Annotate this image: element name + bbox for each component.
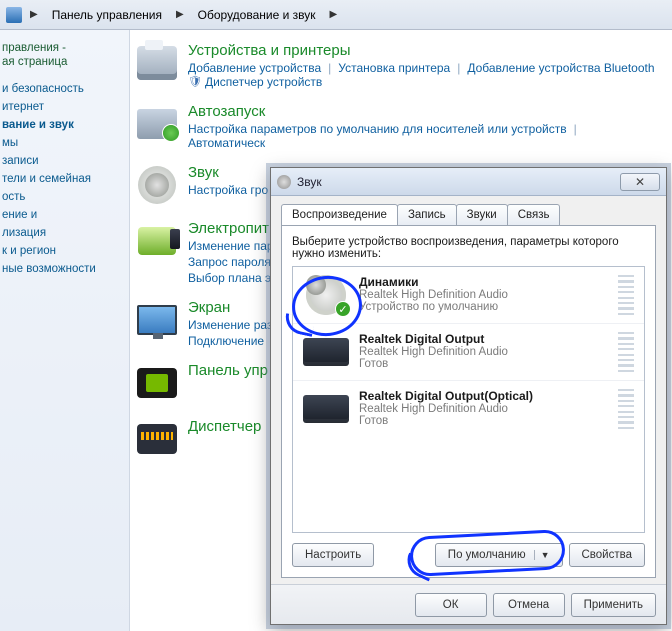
close-button[interactable]: ✕ [620,173,660,191]
sidebar-item-active[interactable]: вание и звук [0,116,129,134]
chevron-right-icon[interactable]: ▶ [172,9,188,20]
category-link[interactable]: Настройка параметров по умолчанию для но… [188,122,567,136]
sidebar-item[interactable]: ость [0,188,129,206]
level-meter [618,275,634,315]
tab-strip: Воспроизведение Запись Звуки Связь [281,204,656,225]
shield-icon: 🛡 [188,75,202,89]
category-link[interactable]: Добавление устройства Bluetooth [467,61,654,75]
sound-icon [138,166,176,204]
tab-recording[interactable]: Запись [397,204,457,225]
category-title[interactable]: Устройства и принтеры [188,42,672,59]
ok-button[interactable]: ОК [415,593,487,617]
category-link[interactable]: Диспетчер устройств [205,75,322,89]
apply-button[interactable]: Применить [571,593,656,617]
category-link[interactable]: Настройка гро [188,183,268,197]
address-bar: ▶ Панель управления ▶ Оборудование и зву… [0,0,672,30]
sound-dialog: Звук ✕ Воспроизведение Запись Звуки Связ… [270,167,667,625]
set-default-button[interactable]: По умолчанию▼ [435,543,563,567]
breadcrumb-control-panel[interactable]: Панель управления [46,4,168,26]
dialog-footer: ОК Отмена Применить [271,584,666,624]
sidebar-item[interactable]: мы [0,134,129,152]
dialog-titlebar[interactable]: Звук ✕ [271,168,666,196]
device-name: Динамики [359,275,608,289]
tab-panel-playback: Выберите устройство воспроизведения, пар… [281,225,656,578]
instruction-text: Выберите устройство воспроизведения, пар… [292,236,645,260]
sidebar-item[interactable]: тели и семейная [0,170,129,188]
device-status: Готов [359,415,608,427]
sidebar-item[interactable]: к и регион [0,242,129,260]
device-driver: Realtek High Definition Audio [359,289,608,301]
configure-button[interactable]: Настроить [292,543,374,567]
control-panel-icon [6,7,22,23]
chevron-down-icon[interactable]: ▼ [534,550,550,560]
properties-button[interactable]: Свойства [569,543,646,567]
device-status: Устройство по умолчанию [359,301,608,313]
dialog-title: Звук [297,175,614,189]
category-link[interactable]: Установка принтера [338,61,450,75]
digital-out-icon [303,338,349,366]
sidebar-item[interactable]: ение и [0,206,129,224]
sidebar-item[interactable]: ные возможности [0,260,129,278]
device-item[interactable]: Realtek Digital Output Realtek High Defi… [293,323,644,380]
nvidia-icon [137,368,177,398]
device-name: Realtek Digital Output [359,332,608,346]
autoplay-icon [137,109,177,139]
device-item[interactable]: Realtek Digital Output(Optical) Realtek … [293,380,644,437]
level-meter [618,389,634,429]
sidebar-header: ая страница [0,54,129,68]
sidebar-item[interactable]: записи [0,152,129,170]
default-check-icon: ✓ [335,301,351,317]
printer-icon [137,46,177,80]
category-title[interactable]: Автозапуск [188,103,672,120]
level-meter [618,332,634,372]
category-link[interactable]: Добавление устройства [188,61,321,75]
sidebar-item[interactable]: и безопасность [0,80,129,98]
tab-sounds[interactable]: Звуки [456,204,508,225]
power-icon [138,227,176,255]
breadcrumb-hardware-sound[interactable]: Оборудование и звук [192,4,322,26]
sidebar-item[interactable]: лизация [0,224,129,242]
speaker-small-icon [277,175,291,189]
device-list[interactable]: ✓ Динамики Realtek High Definition Audio… [292,266,645,533]
category-link-cut[interactable]: Автоматическ [188,136,265,150]
tab-playback[interactable]: Воспроизведение [281,204,398,225]
chevron-right-icon[interactable]: ▶ [326,9,342,20]
device-name: Realtek Digital Output(Optical) [359,389,608,403]
screen-icon [137,305,177,335]
digital-out-icon [303,395,349,423]
sidebar-item[interactable]: итернет [0,98,129,116]
tab-communications[interactable]: Связь [507,204,561,225]
cancel-button[interactable]: Отмена [493,593,565,617]
device-driver: Realtek High Definition Audio [359,346,608,358]
device-status: Готов [359,358,608,370]
sidebar-header: правления - [0,40,129,54]
chevron-right-icon[interactable]: ▶ [26,9,42,20]
dispatcher-icon [137,424,177,454]
device-item[interactable]: ✓ Динамики Realtek High Definition Audio… [293,267,644,323]
device-driver: Realtek High Definition Audio [359,403,608,415]
sidebar: правления - ая страница и безопасность и… [0,30,130,631]
